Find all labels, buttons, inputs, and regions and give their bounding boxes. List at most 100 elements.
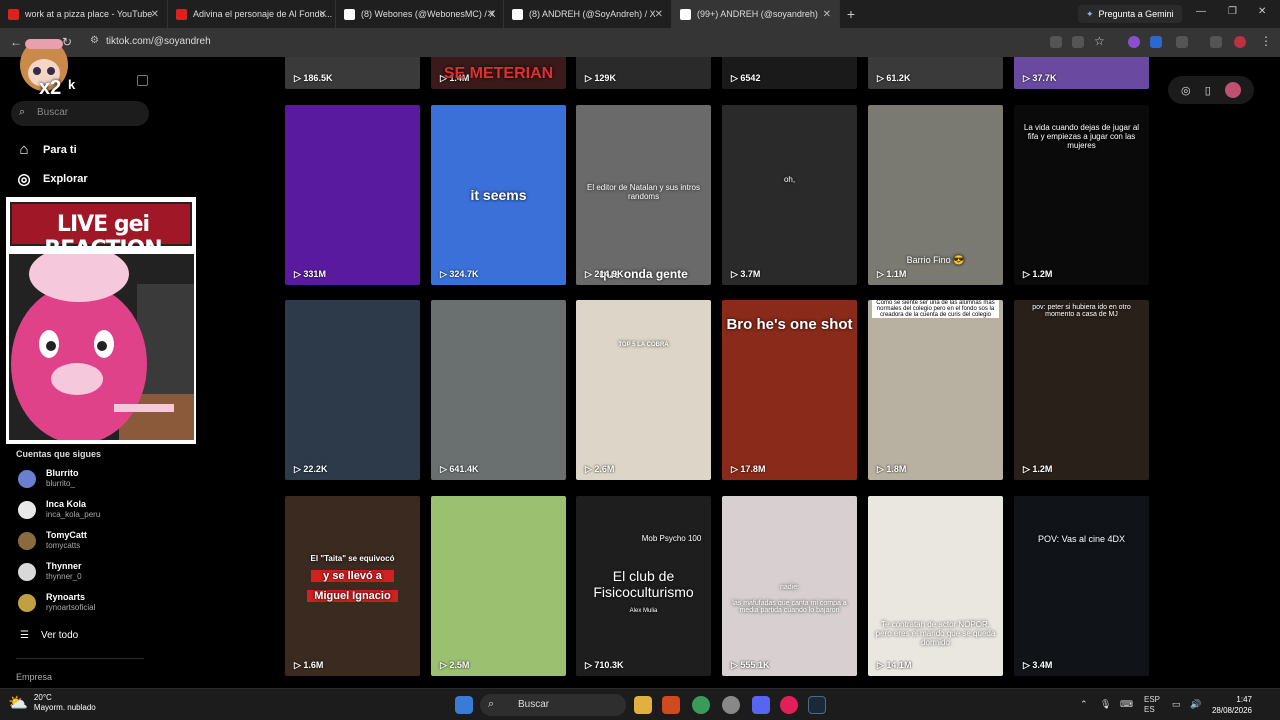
view-count: ▷ 1.8M (877, 464, 907, 474)
cloud-sun-icon: ⛅ (8, 695, 28, 712)
url-field[interactable]: ⚙ tiktok.com/@soyandreh (86, 32, 1116, 52)
followed-account[interactable]: Thynner thynner_0 (18, 561, 82, 582)
video-tile[interactable]: Bro he's one shot ▷ 17.8M (722, 300, 857, 480)
view-count: ▷ 61.2K (877, 73, 911, 83)
windows-start-icon[interactable] (455, 696, 473, 714)
network-icon[interactable]: ▭ (1172, 699, 1181, 710)
video-tile[interactable]: ▷ 6542 (722, 57, 857, 89)
browser-tab[interactable]: (8) Webones (@WebonesMC) / X ✕ (336, 0, 504, 28)
video-tile[interactable]: oh, ▷ 3.7M (722, 105, 857, 285)
bookmark-star-icon[interactable]: ☆ (1094, 34, 1105, 48)
video-tile[interactable]: ▷ 129K (576, 57, 711, 89)
volume-icon[interactable]: 🔊 (1190, 699, 1201, 710)
video-tile[interactable]: El "Taita" se equivocó y se llevó a Miguel… (285, 496, 420, 676)
weather-widget[interactable]: ⛅ 20°C Mayorm. nublado (8, 693, 96, 713)
extensions-puzzle-icon[interactable] (1176, 36, 1188, 48)
cast-icon[interactable] (1072, 36, 1084, 48)
obs-icon[interactable] (722, 696, 740, 714)
translate-icon[interactable] (1050, 36, 1062, 48)
discord-icon[interactable] (752, 696, 770, 714)
minimize-button[interactable]: — (1196, 6, 1206, 17)
video-tile[interactable]: nadie: las mafufadas que canta mi compa a… (722, 496, 857, 676)
nav-para-ti[interactable]: ⌂ Para ti (15, 141, 76, 158)
company-link[interactable]: Empresa (16, 672, 52, 682)
video-tile[interactable]: ▷ 331M (285, 105, 420, 285)
user-avatar[interactable] (1224, 82, 1241, 98)
keyboard-icon[interactable]: ⌨ (1120, 699, 1133, 710)
view-count: ▷ 1.2M (1023, 269, 1053, 279)
windows-taskbar: ⛅ 20°C Mayorm. nublado ⌕ Buscar ⌃ 🎙 ⌨ ES… (0, 688, 1280, 720)
tiktok-logo-text[interactable]: k (68, 77, 75, 92)
tray-chevron-icon[interactable]: ⌃ (1080, 699, 1088, 710)
new-tab-button[interactable]: + (840, 6, 862, 22)
search-icon: ⌕ (488, 698, 495, 710)
browser-tab[interactable]: (99+) ANDREH (@soyandreh) ✕ (672, 0, 840, 28)
music-app-icon[interactable] (780, 696, 798, 714)
video-tile[interactable]: ▷ 641.4K (431, 300, 566, 480)
followed-account[interactable]: Blurrito blurrito_ (18, 468, 79, 489)
video-tile[interactable]: TOP 5 LA COBRA ▷ 2.6M (576, 300, 711, 480)
followed-account[interactable]: Inca Kola inca_kola_peru (18, 499, 100, 520)
nav-explorar[interactable]: ◎ Explorar (15, 170, 87, 188)
video-tile[interactable]: Como se siente ser una de las alumnas ma… (868, 300, 1003, 480)
video-tile[interactable]: El editor de Natalan y sus intros random… (576, 105, 711, 285)
microphone-icon[interactable]: 🎙 (1100, 699, 1111, 710)
browser-tab[interactable]: work at a pizza place - YouTube ✕ (0, 0, 168, 28)
video-caption: POV: Vas al cine 4DX (1037, 534, 1126, 544)
video-grid: ▷ 186.5K ▷ 1.4M SE METERIAN ▷ 129K ▷ 6542 ▷ 6… (285, 57, 1155, 688)
followed-account[interactable]: Rynoarts rynoartsoficial (18, 592, 95, 613)
live-reaction-overlay: LIVE gei REACTION (6, 197, 196, 444)
language-indicator[interactable]: ESP ES (1144, 695, 1160, 715)
avatar (18, 531, 36, 550)
view-count: ▷ 186.5K (294, 73, 333, 83)
close-tab-icon[interactable]: ✕ (487, 9, 495, 20)
overlay-multiplier: x2 (39, 77, 62, 99)
site-info-icon[interactable]: ⚙ (90, 35, 99, 46)
collapse-sidebar-icon[interactable] (137, 75, 148, 86)
video-tile[interactable]: Barrio Fino 😎 ▷ 1.1M (868, 105, 1003, 285)
maximize-button[interactable]: ❐ (1228, 6, 1237, 17)
profile-avatar[interactable] (1234, 36, 1246, 48)
followed-account[interactable]: TomyCatt tomycatts (18, 530, 87, 551)
video-tile[interactable]: La vida cuando dejas de jugar al fifa y … (1014, 105, 1149, 285)
video-tile[interactable]: ▷ 22.2K (285, 300, 420, 480)
video-caption: El editor de Natalan y sus intros random… (587, 183, 700, 201)
browser-tab[interactable]: (8) ANDREH (@SoyAndreh) / X ✕ (504, 0, 672, 28)
x-icon (344, 8, 355, 20)
video-tile[interactable]: ▷ 1.4M SE METERIAN (431, 57, 566, 89)
video-caption: las mafufadas que canta mi compa a media… (732, 600, 847, 614)
close-tab-icon[interactable]: ✕ (655, 9, 663, 20)
video-tile[interactable]: POV: Vas al cine 4DX ▷ 3.4M (1014, 496, 1149, 676)
close-window-button[interactable]: ✕ (1258, 6, 1266, 17)
brave-icon[interactable] (662, 696, 680, 714)
compass-icon[interactable]: ◎ (1181, 84, 1191, 97)
close-tab-icon[interactable]: ✕ (151, 9, 159, 20)
video-tile[interactable]: El club de Fisicoculturismo Mob Psycho 10… (576, 496, 711, 676)
search-input[interactable]: ⌕ Buscar (11, 101, 149, 126)
gemini-button[interactable]: ✦ Pregunta a Gemini (1078, 5, 1182, 23)
video-tile[interactable]: ▷ 186.5K (285, 57, 420, 89)
chrome-icon[interactable] (692, 696, 710, 714)
video-tile[interactable]: pov: peter si hubiera ido en otro moment… (1014, 300, 1149, 480)
close-tab-icon[interactable]: ✕ (823, 9, 831, 20)
extension-icon[interactable] (1128, 36, 1140, 48)
browser-tab[interactable]: Adivina el personaje de Al Fondo... ✕ (168, 0, 336, 28)
youtube-icon (8, 8, 19, 20)
video-tile[interactable]: ▷ 2.5M (431, 496, 566, 676)
view-count: ▷ 641.4K (440, 464, 479, 474)
close-tab-icon[interactable]: ✕ (319, 9, 327, 20)
see-all-button[interactable]: ☰ Ver todo (20, 630, 78, 641)
video-tile[interactable]: ▷ 37.7K (1014, 57, 1149, 89)
phone-icon[interactable]: ▯ (1205, 84, 1211, 97)
steam-icon[interactable] (808, 696, 826, 714)
file-explorer-icon[interactable] (634, 696, 652, 714)
video-tile[interactable]: Te contratan de actor NOPOR, pero eres e… (868, 496, 1003, 676)
extension-icon[interactable] (1150, 36, 1162, 48)
clock[interactable]: 1:47 28/08/2026 (1206, 694, 1252, 716)
video-tile[interactable]: it seems ▷ 324.7K (431, 105, 566, 285)
video-tile[interactable]: ▷ 61.2K (868, 57, 1003, 89)
media-icon[interactable] (1210, 36, 1222, 48)
taskbar-search[interactable]: ⌕ Buscar (480, 694, 626, 716)
menu-icon[interactable]: ⋮ (1260, 34, 1272, 48)
view-count: ▷ 324.7K (440, 269, 479, 279)
